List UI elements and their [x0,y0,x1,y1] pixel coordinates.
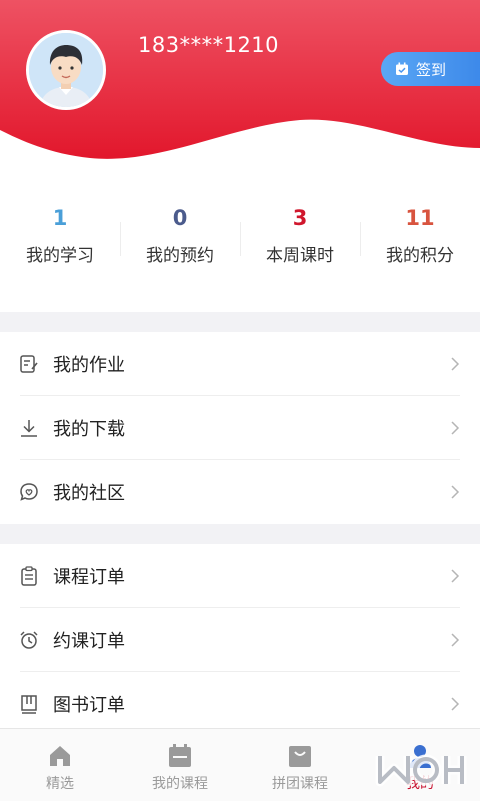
shopping-bag-icon [289,746,311,767]
tab-group-courses[interactable]: 拼团课程 [240,729,360,801]
menu-item-appointment-orders[interactable]: 约课订单 [0,608,480,672]
stat-value: 11 [405,206,435,230]
section-divider [0,312,480,332]
menu-item-label: 我的社区 [53,483,125,504]
section-divider [0,524,480,544]
menu-item-downloads[interactable]: 我的下载 [0,396,480,460]
stat-study[interactable]: 1 我的学习 [0,190,120,290]
stat-points[interactable]: 11 我的积分 [360,190,480,290]
menu-item-label: 我的作业 [53,355,125,376]
chevron-right-icon [451,357,460,371]
stat-weekly-hours[interactable]: 3 本周课时 [240,190,360,290]
watermark-logo [375,754,467,787]
menu-item-label: 约课订单 [53,631,125,652]
stat-value: 3 [292,206,308,230]
community-icon [20,483,38,501]
menu-group-personal: 我的作业 我的下载 我的社区 [0,332,480,524]
menu-item-label: 课程订单 [53,567,125,588]
chevron-right-icon [451,421,460,435]
tab-label: 精选 [46,776,74,792]
menu-item-label: 我的下载 [53,419,125,440]
calendar-check-icon [395,62,409,76]
stat-label: 我的预约 [146,246,214,266]
homework-icon [20,355,38,373]
calendar-icon [169,744,191,767]
chevron-right-icon [451,485,460,499]
signin-button[interactable]: 签到 [381,52,480,86]
menu-item-label: 图书订单 [53,695,125,716]
download-icon [21,420,37,437]
avatar[interactable] [26,30,106,110]
chevron-right-icon [451,633,460,647]
alarm-clock-icon [20,631,38,649]
menu-item-homework[interactable]: 我的作业 [0,332,480,396]
tab-my-courses[interactable]: 我的课程 [120,729,240,801]
stat-appointments[interactable]: 0 我的预约 [120,190,240,290]
stat-label: 本周课时 [266,246,334,266]
signin-label: 签到 [416,60,447,79]
stat-label: 我的学习 [26,246,94,266]
book-icon [21,695,37,714]
chevron-right-icon [451,569,460,583]
tab-label: 我的课程 [152,776,208,792]
menu-group-orders: 课程订单 约课订单 图书订单 [0,544,480,736]
tab-featured[interactable]: 精选 [0,729,120,801]
stat-label: 我的积分 [386,246,454,266]
tab-label: 拼团课程 [272,776,328,792]
user-phone: 183****1210 [138,33,280,57]
clipboard-icon [21,566,37,586]
chevron-right-icon [451,697,460,711]
stats-bar: 1 我的学习 0 我的预约 3 本周课时 11 我的积分 [0,190,480,290]
stat-value: 0 [172,206,188,230]
stat-value: 1 [52,206,68,230]
home-icon [50,746,70,766]
menu-item-course-orders[interactable]: 课程订单 [0,544,480,608]
menu-item-book-orders[interactable]: 图书订单 [0,672,480,736]
profile-header: 183****1210 签到 [0,0,480,170]
menu-item-community[interactable]: 我的社区 [0,460,480,524]
